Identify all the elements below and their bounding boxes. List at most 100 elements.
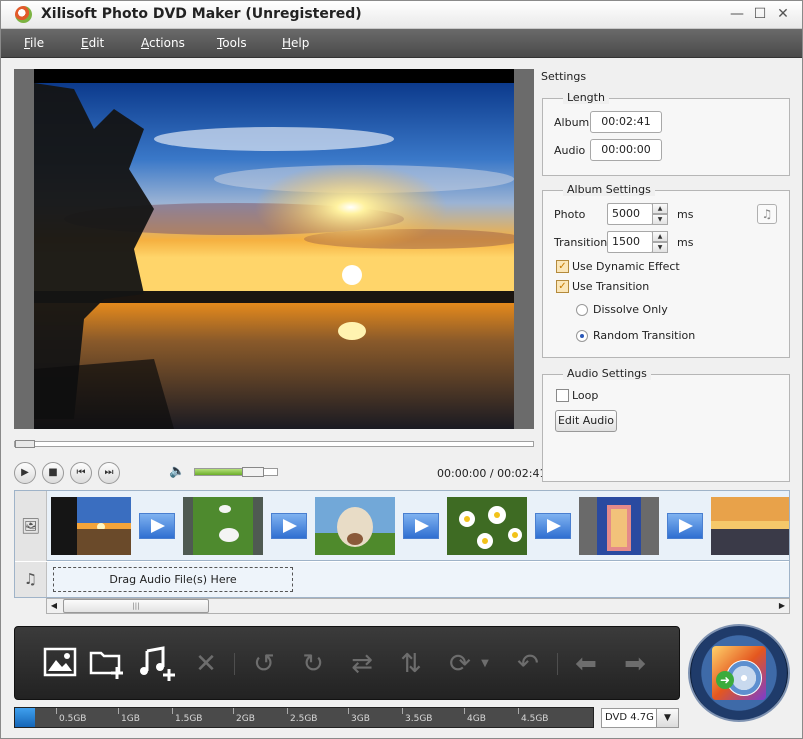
move-left-button[interactable]: ⬅ xyxy=(567,645,605,683)
audio-track-icon: ♫ xyxy=(15,562,47,597)
maximize-button[interactable]: ☐ xyxy=(751,6,769,23)
transition-marker[interactable] xyxy=(535,513,571,539)
photo-thumbnail-goat[interactable] xyxy=(315,497,395,555)
photo-duration-label: Photo xyxy=(554,208,586,221)
disc-type-select[interactable]: DVD 4.7G ▼ xyxy=(601,708,679,728)
menu-help[interactable]: Help xyxy=(282,36,309,50)
photo-track-icon: 🖼 xyxy=(15,491,47,561)
chevron-down-icon[interactable]: ▼ xyxy=(656,709,678,727)
volume-slider[interactable] xyxy=(194,467,278,477)
loop-checkbox[interactable] xyxy=(556,389,569,402)
app-logo-icon xyxy=(15,6,32,23)
add-audio-icon xyxy=(140,646,175,681)
transition-dropdown-button[interactable]: ▼ xyxy=(477,645,493,683)
swap-icon: ⇄ xyxy=(351,649,373,679)
capacity-tick: 1.5GB xyxy=(171,708,203,724)
transition-duration-stepper[interactable]: ▲ ▼ xyxy=(652,231,668,253)
volume-thumb[interactable] xyxy=(242,467,264,477)
rotate-right-button[interactable]: ↻ xyxy=(294,645,332,683)
dynamic-effect-label: Use Dynamic Effect xyxy=(572,260,680,273)
rotate-left-button[interactable]: ↺ xyxy=(245,645,283,683)
settings-title: Settings xyxy=(541,70,587,83)
length-legend: Length xyxy=(563,91,609,104)
burn-dvd-button[interactable]: ➜ xyxy=(688,624,790,722)
move-right-button[interactable]: ➡ xyxy=(616,645,654,683)
capacity-tick: 3.5GB xyxy=(401,708,433,724)
toolbar-divider xyxy=(557,653,558,675)
photo-duration-stepper[interactable]: ▲ ▼ xyxy=(652,203,668,225)
volume-icon[interactable]: 🔈 xyxy=(169,464,187,482)
photo-duration-unit: ms xyxy=(677,208,694,221)
seek-thumb[interactable] xyxy=(15,440,35,448)
title-bar: Xilisoft Photo DVD Maker (Unregistered) … xyxy=(1,1,802,29)
close-button[interactable]: ✕ xyxy=(774,6,792,23)
random-transition-label: Random Transition xyxy=(593,329,696,342)
preview-image xyxy=(34,69,514,429)
edit-audio-button[interactable]: Edit Audio xyxy=(555,410,617,432)
photo-thumbnail-building[interactable] xyxy=(579,497,659,555)
stop-button[interactable]: ■ xyxy=(42,462,64,484)
capacity-tick: 3GB xyxy=(348,708,370,724)
transition-icon: ⟳ xyxy=(449,649,471,679)
capacity-tick: 2GB xyxy=(233,708,255,724)
delete-button[interactable]: ✕ xyxy=(187,645,225,683)
photo-duration-input[interactable]: 5000 xyxy=(607,203,653,225)
photo-thumbnail-daisies[interactable] xyxy=(447,497,527,555)
audio-track[interactable]: Drag Audio File(s) Here xyxy=(47,562,789,597)
transition-button[interactable]: ⟳ xyxy=(441,645,479,683)
menu-file[interactable]: File xyxy=(24,36,44,50)
capacity-tick: 4GB xyxy=(464,708,486,724)
photo-thumbnail-white-birds[interactable] xyxy=(183,497,263,555)
scroll-left-arrow[interactable]: ◀ xyxy=(47,599,61,613)
menu-edit[interactable]: Edit xyxy=(81,36,104,50)
album-length-label: Album xyxy=(554,116,590,129)
chevron-down-icon: ▼ xyxy=(481,658,489,669)
dissolve-only-label: Dissolve Only xyxy=(593,303,668,316)
add-photo-button[interactable] xyxy=(41,645,79,683)
swap-button[interactable]: ⇄ xyxy=(343,645,381,683)
previous-button[interactable]: ⏮ xyxy=(70,462,92,484)
scroll-right-arrow[interactable]: ▶ xyxy=(775,599,789,613)
transition-marker[interactable] xyxy=(139,513,175,539)
menu-tools[interactable]: Tools xyxy=(217,36,247,50)
capacity-tick: 2.5GB xyxy=(286,708,318,724)
play-button[interactable]: ▶ xyxy=(14,462,36,484)
preview-panel xyxy=(14,69,534,429)
app-window: Xilisoft Photo DVD Maker (Unregistered) … xyxy=(0,0,803,739)
seek-slider[interactable] xyxy=(14,440,534,448)
next-button[interactable]: ⏭ xyxy=(98,462,120,484)
rotate-right-icon: ↻ xyxy=(302,649,324,679)
use-transition-checkbox[interactable]: ✓ xyxy=(556,280,569,293)
audio-drop-zone[interactable]: Drag Audio File(s) Here xyxy=(53,567,293,592)
undo-button[interactable]: ↶ xyxy=(509,645,547,683)
music-note-button[interactable]: ♫ xyxy=(757,204,777,224)
window-title: Xilisoft Photo DVD Maker (Unregistered) xyxy=(41,6,362,22)
capacity-tick: 0.5GB xyxy=(55,708,87,724)
transition-duration-input[interactable]: 1500 xyxy=(607,231,653,253)
delete-icon: ✕ xyxy=(195,649,217,679)
transition-marker[interactable] xyxy=(271,513,307,539)
audio-length-label: Audio xyxy=(554,144,586,157)
dissolve-only-radio[interactable] xyxy=(576,304,588,316)
photo-thumbnail-sunset-lake[interactable] xyxy=(51,497,131,555)
dynamic-effect-checkbox[interactable]: ✓ xyxy=(556,260,569,273)
rotate-left-icon: ↺ xyxy=(253,649,275,679)
timeline-scrollbar[interactable]: ◀ ||| ▶ xyxy=(46,598,790,614)
storyboard-timeline: 🖼 ♫ Drag Audio File(s) Here xyxy=(14,490,790,598)
scroll-thumb[interactable]: ||| xyxy=(63,599,209,613)
transition-marker[interactable] xyxy=(667,513,703,539)
sort-button[interactable]: ⇅ xyxy=(392,645,430,683)
audio-settings-group: Audio Settings Loop Edit Audio xyxy=(542,367,790,482)
transition-marker[interactable] xyxy=(403,513,439,539)
minimize-button[interactable]: — xyxy=(728,6,746,23)
random-transition-radio[interactable] xyxy=(576,330,588,342)
menu-actions[interactable]: Actions xyxy=(141,36,185,50)
add-audio-button[interactable] xyxy=(137,645,175,683)
audio-length-value: 00:00:00 xyxy=(590,139,662,161)
transition-duration-unit: ms xyxy=(677,236,694,249)
add-folder-button[interactable] xyxy=(89,645,127,683)
photo-thumbnail-sea-sunset[interactable] xyxy=(711,497,789,555)
photo-track[interactable] xyxy=(47,491,789,561)
loop-label: Loop xyxy=(572,389,599,402)
move-right-icon: ➡ xyxy=(624,649,646,679)
